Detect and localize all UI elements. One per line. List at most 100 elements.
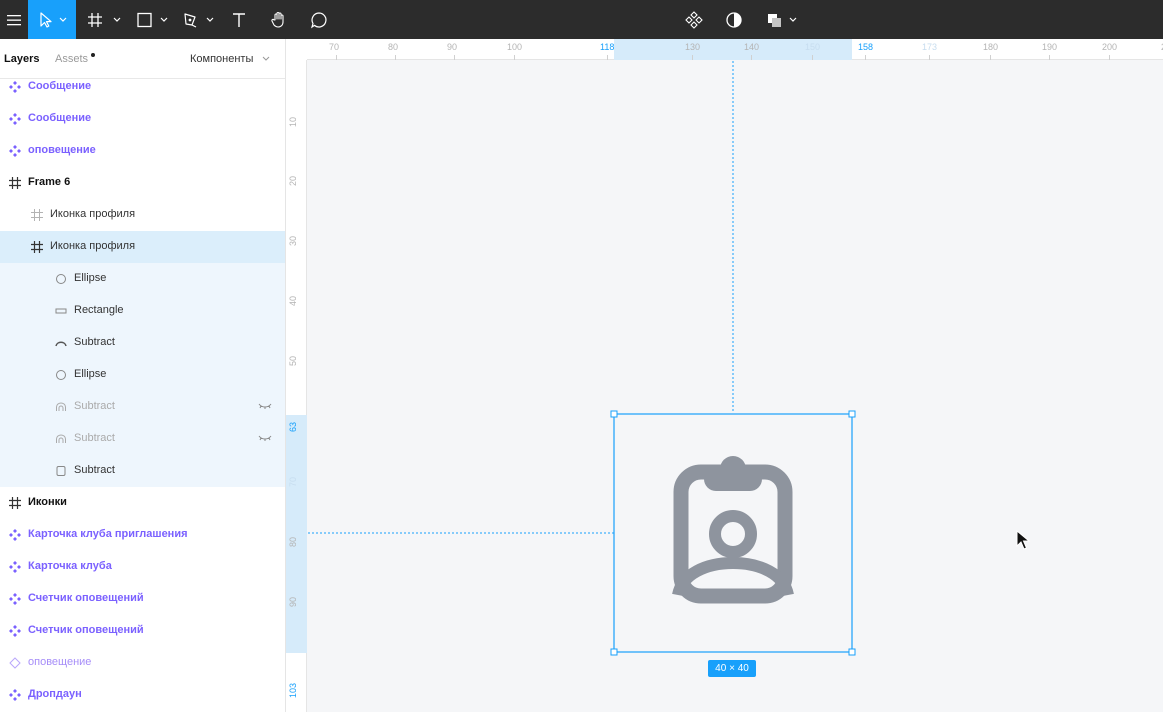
layer-row[interactable]: оповещение [0, 647, 285, 679]
ruler-tick-label: 63 [288, 421, 298, 432]
frame-icon [31, 241, 43, 253]
ruler-tick [929, 55, 930, 60]
resize-handle[interactable] [610, 410, 618, 418]
ruler-tick-label: 118 [600, 42, 615, 52]
profile-badge-icon [672, 456, 794, 604]
ruler-tick-label: 150 [805, 42, 821, 52]
component-icon [9, 81, 21, 93]
layers-panel: Layers Assets Компоненты Сообщение Сообще… [0, 39, 286, 712]
layer-row[interactable]: Subtract [0, 423, 285, 455]
ruler-horizontal: 70809010011813014015015817318019020021 [286, 39, 1163, 60]
create-component-button[interactable] [683, 0, 705, 39]
tab-assets[interactable]: Assets [55, 53, 88, 65]
ruler-tick-label: 80 [288, 536, 298, 547]
ruler-tick [514, 55, 515, 60]
ruler-tick-label: 40 [288, 295, 298, 306]
layer-row[interactable]: Subtract [0, 455, 285, 487]
hand-tool-button[interactable] [268, 0, 290, 39]
layer-label: Счетчик оповещений [28, 624, 144, 636]
layer-row[interactable]: оповещение [0, 135, 285, 167]
selected-frame[interactable] [608, 409, 860, 657]
ruler-tick-label: 130 [685, 42, 701, 52]
layer-row[interactable]: Карточка клуба [0, 551, 285, 583]
instance-icon [9, 657, 21, 669]
menu-icon [7, 14, 21, 25]
mouse-cursor-icon [1016, 530, 1031, 550]
layer-row[interactable]: Ellipse [0, 263, 285, 295]
component-icon [9, 689, 21, 701]
layer-row[interactable]: Subtract [0, 391, 285, 423]
layer-label: Frame 6 [28, 176, 71, 188]
layer-label: Иконка профиля [50, 240, 136, 252]
ruler-tick [990, 55, 991, 60]
move-tool-button[interactable] [28, 0, 76, 39]
boolean-button[interactable] [762, 0, 802, 39]
canvas[interactable]: 40 × 40 70 80 90 100 118 130 140 150 158 173 180 19… [286, 39, 1163, 712]
ruler-tick-label: 90 [447, 42, 458, 52]
layer-row[interactable]: Rectangle [0, 295, 285, 327]
components-icon [685, 10, 703, 29]
selection-size-badge: 40 × 40 [708, 660, 756, 677]
ruler-tick-label: 103 [288, 682, 298, 698]
menu-button[interactable] [0, 0, 28, 39]
rectangle-icon [55, 308, 67, 314]
pen-tool-button[interactable] [182, 0, 218, 39]
ruler-tick [454, 55, 455, 60]
layer-row[interactable]: Сообщение [0, 103, 285, 135]
frame-icon [9, 177, 21, 189]
eye-closed-icon[interactable] [258, 402, 272, 410]
layer-label: Rectangle [74, 304, 124, 316]
resize-handle[interactable] [848, 410, 856, 418]
move-arrow-icon [40, 11, 67, 28]
layer-label: Счетчик оповещений [28, 592, 144, 604]
ruler-tick [607, 55, 608, 60]
resize-handle[interactable] [848, 648, 856, 656]
layer-row[interactable]: Frame 6 [0, 167, 285, 199]
page-selector[interactable]: Компоненты [190, 53, 253, 65]
ruler-selection-highlight [286, 415, 307, 653]
eye-closed-icon[interactable] [258, 434, 272, 442]
frame-icon [31, 209, 43, 221]
layer-row[interactable]: Ellipse [0, 359, 285, 391]
ellipse-icon [56, 274, 66, 284]
subtract-icon [56, 466, 66, 476]
ruler-tick [751, 55, 752, 60]
layer-label: Сообщение [28, 112, 92, 124]
layer-label: Сообщение [28, 80, 92, 92]
layer-label: Карточка клуба [28, 560, 112, 572]
shape-tool-button[interactable] [134, 0, 172, 39]
component-icon [9, 625, 21, 637]
layer-row[interactable]: Счетчик оповещений [0, 583, 285, 615]
ruler-tick-label: 173 [922, 42, 938, 52]
resize-handle[interactable] [610, 648, 618, 656]
frame-tool-button[interactable] [84, 0, 124, 39]
mask-icon [726, 11, 742, 28]
layer-row[interactable]: Дропдаун [0, 679, 285, 711]
subtract-icon [56, 434, 66, 443]
layer-row[interactable]: Иконка профиля [0, 231, 285, 263]
layer-label: Иконка профиля [50, 208, 136, 220]
comment-tool-button[interactable] [308, 0, 330, 39]
layer-label: Subtract [74, 400, 115, 412]
layer-label: оповещение [28, 144, 96, 156]
layer-row[interactable]: Сообщение [0, 71, 285, 103]
tab-layers[interactable]: Layers [4, 53, 39, 65]
text-tool-button[interactable] [228, 0, 250, 39]
ruler-tick-label: 70 [288, 476, 298, 487]
ruler-tick-label: 100 [507, 42, 523, 52]
ruler-tick-label: 20 [288, 175, 298, 186]
layer-label: Карточка клуба приглашения [28, 528, 188, 540]
layer-row[interactable]: Иконка профиля [0, 199, 285, 231]
layer-row[interactable]: Subtract [0, 327, 285, 359]
layer-row[interactable]: Карточка клуба приглашения [0, 519, 285, 551]
ruler-tick-label: 30 [288, 235, 298, 246]
assets-notification-dot [91, 53, 95, 57]
ruler-tick-label: 200 [1102, 42, 1118, 52]
mask-button[interactable] [723, 0, 745, 39]
ruler-corner [286, 39, 307, 60]
layer-row[interactable]: Счетчик оповещений [0, 615, 285, 647]
ruler-tick-label: 70 [329, 42, 340, 52]
ruler-tick [336, 55, 337, 60]
layer-row[interactable]: Иконки [0, 487, 285, 519]
text-icon [233, 12, 245, 27]
